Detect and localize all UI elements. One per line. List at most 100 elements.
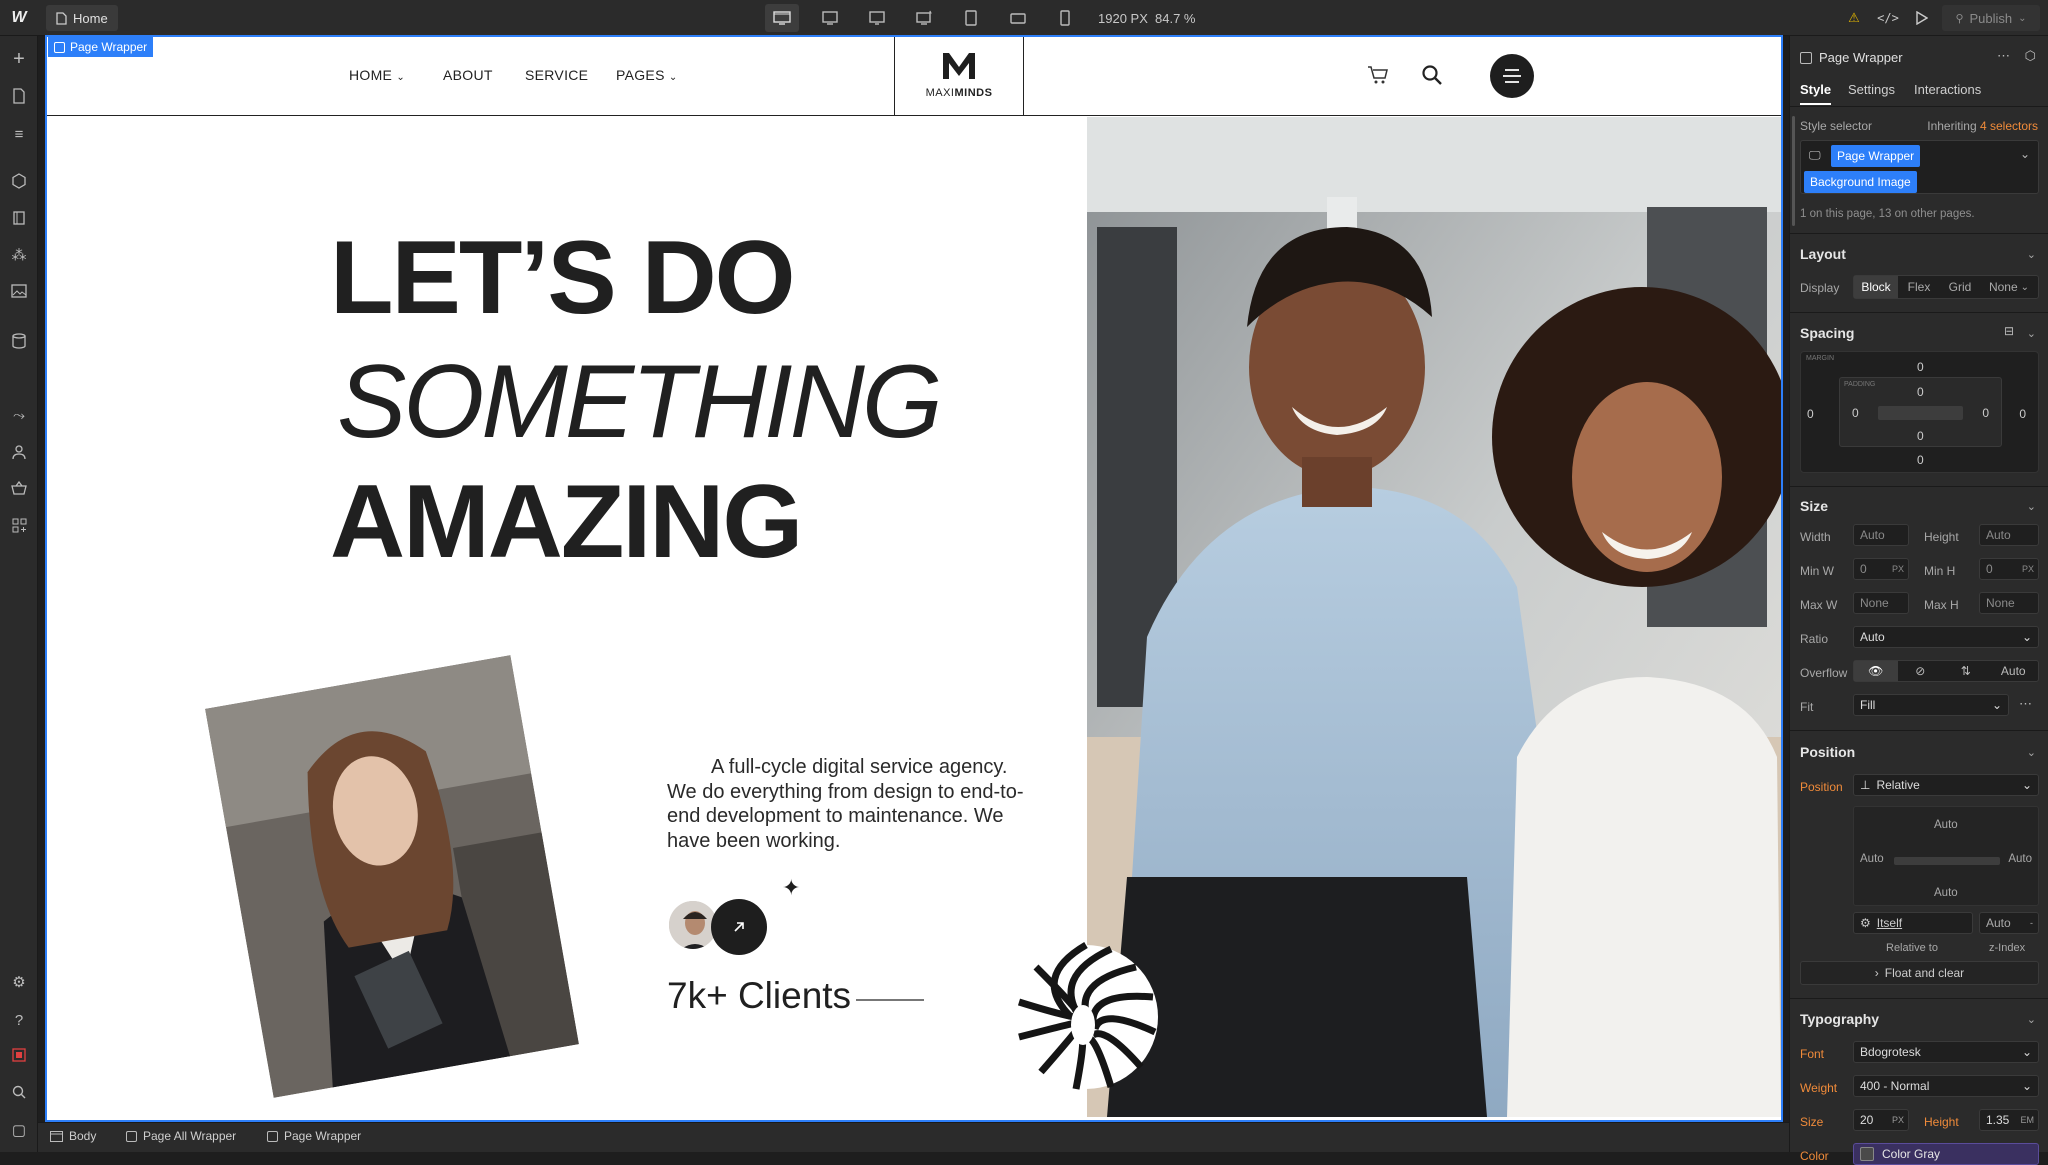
page-selector-home[interactable]: Home	[46, 5, 118, 31]
offset-left[interactable]: Auto	[1860, 853, 1884, 865]
navigator-icon[interactable]: ≡	[9, 126, 29, 144]
inheriting-info[interactable]: Inheriting 4 selectors	[1927, 119, 2038, 133]
padding-left[interactable]: 0	[1852, 406, 1859, 420]
offset-top[interactable]: Auto	[1934, 819, 1958, 831]
display-grid[interactable]: Grid	[1940, 276, 1980, 298]
users-icon[interactable]	[9, 444, 29, 465]
style-guide-icon[interactable]	[9, 210, 29, 231]
margin-bottom[interactable]: 0	[1917, 453, 1924, 467]
canvas-width-readout[interactable]: 1920 PX	[1098, 5, 1160, 31]
spacing-section-title[interactable]: Spacing	[1800, 325, 1854, 341]
search-icon[interactable]	[1421, 64, 1443, 91]
breakpoint-landscape-icon[interactable]	[1001, 4, 1035, 32]
webflow-logo-icon[interactable]: W	[6, 5, 32, 31]
display-flex[interactable]: Flex	[1898, 276, 1940, 298]
breakpoint-desktop-icon[interactable]	[765, 4, 799, 32]
logic-flow-icon[interactable]: ⤳	[9, 407, 29, 425]
maxh-input[interactable]: None	[1979, 592, 2039, 614]
component-icon[interactable]: ⬡	[2025, 48, 2036, 64]
ratio-select[interactable]: Auto ⌄	[1853, 626, 2039, 648]
code-icon[interactable]: </>	[1876, 5, 1900, 31]
nav-service[interactable]: SERVICE	[525, 67, 588, 83]
line-height-input[interactable]: 1.35 EM	[1979, 1109, 2039, 1131]
record-icon[interactable]	[9, 1048, 29, 1067]
spacing-preset-icon[interactable]: ⊟	[2004, 324, 2014, 338]
cart-icon[interactable]	[1367, 64, 1389, 91]
minw-input[interactable]: 0 PX	[1853, 558, 1909, 580]
fit-select[interactable]: Fill ⌄	[1853, 694, 2009, 716]
design-canvas[interactable]: HOME ⌄ ABOUT SERVICE PAGES ⌄ MAXIMINDS L…	[45, 35, 1783, 1122]
width-input[interactable]: Auto	[1853, 524, 1909, 546]
menu-hamburger-button[interactable]	[1490, 54, 1534, 98]
preview-play-icon[interactable]	[1911, 5, 1933, 31]
selector-chip-page-wrapper[interactable]: Page Wrapper	[1831, 145, 1921, 167]
margin-right[interactable]: 0	[2019, 407, 2026, 421]
chevron-down-icon[interactable]: ⌄	[2027, 327, 2036, 340]
ecommerce-basket-icon[interactable]	[9, 480, 29, 500]
margin-left[interactable]: 0	[1807, 407, 1814, 421]
offset-bottom[interactable]: Auto	[1934, 887, 1958, 899]
position-select[interactable]: ⊥ Relative ⌄	[1853, 774, 2039, 796]
help-icon[interactable]: ?	[9, 1012, 29, 1030]
tab-style[interactable]: Style	[1800, 82, 1832, 105]
publish-button[interactable]: ⚲ Publish ⌄	[1942, 5, 2040, 31]
breadcrumb-page-all-wrapper[interactable]: Page All Wrapper	[126, 1129, 236, 1143]
layout-section-title[interactable]: Layout	[1800, 246, 1846, 262]
panel-scrollbar[interactable]	[1792, 116, 1795, 226]
fit-more-icon[interactable]: ⋯	[2019, 696, 2032, 712]
padding-top[interactable]: 0	[1917, 385, 1924, 399]
overflow-hidden-icon[interactable]: ⊘	[1898, 661, 1944, 681]
float-and-clear-button[interactable]: › Float and clear	[1800, 961, 2039, 985]
size-section-title[interactable]: Size	[1800, 498, 1828, 514]
apps-icon[interactable]	[9, 518, 29, 538]
breadcrumb-body[interactable]: Body	[50, 1129, 96, 1143]
padding-right[interactable]: 0	[1982, 406, 1989, 420]
overflow-auto[interactable]: Auto	[1989, 661, 2038, 681]
padding-bottom[interactable]: 0	[1917, 429, 1924, 443]
breakpoint-1440-icon[interactable]	[813, 4, 847, 32]
more-options-icon[interactable]: ⋯	[1997, 48, 2010, 64]
breakpoint-portrait-icon[interactable]	[1048, 4, 1082, 32]
position-section-title[interactable]: Position	[1800, 744, 1855, 760]
chevron-down-icon[interactable]: ⌄	[2027, 1013, 2036, 1026]
assets-image-icon[interactable]	[9, 284, 29, 303]
chevron-down-icon[interactable]: ⌄	[2020, 147, 2030, 161]
typography-section-title[interactable]: Typography	[1800, 1011, 1879, 1027]
margin-top[interactable]: 0	[1917, 360, 1924, 374]
nav-about[interactable]: ABOUT	[443, 67, 493, 83]
zoom-readout[interactable]: 84.7 %	[1155, 5, 1205, 31]
video-tutorial-icon[interactable]: ▢	[9, 1122, 29, 1140]
minh-input[interactable]: 0 PX	[1979, 558, 2039, 580]
selected-element-tag[interactable]: Page Wrapper	[48, 37, 154, 57]
overflow-scroll-icon[interactable]: ⇅	[1943, 661, 1989, 681]
selector-field[interactable]: 🖵 Page Wrapper Background Image ⌄	[1800, 140, 2039, 194]
display-none[interactable]: None ⌄	[1980, 276, 2038, 298]
weight-select[interactable]: 400 - Normal ⌄	[1853, 1075, 2039, 1097]
zindex-input[interactable]: Auto -	[1979, 912, 2039, 934]
chevron-down-icon[interactable]: ⌄	[2027, 248, 2036, 261]
breakpoint-base-star-icon[interactable]	[907, 4, 941, 32]
chevron-down-icon[interactable]: ⌄	[2027, 500, 2036, 513]
color-select[interactable]: Color Gray	[1853, 1143, 2039, 1165]
font-select[interactable]: Bdogrotesk ⌄	[1853, 1041, 2039, 1063]
height-input[interactable]: Auto	[1979, 524, 2039, 546]
breadcrumb-page-wrapper[interactable]: Page Wrapper	[267, 1129, 361, 1143]
selector-chip-background-image[interactable]: Background Image	[1804, 171, 1917, 193]
font-size-input[interactable]: 20 PX	[1853, 1109, 1909, 1131]
clients-arrow-button[interactable]	[711, 899, 767, 955]
display-block[interactable]: Block	[1854, 276, 1898, 298]
components-icon[interactable]	[9, 173, 29, 194]
breakpoint-tablet-icon[interactable]	[954, 4, 988, 32]
nav-home[interactable]: HOME ⌄	[349, 67, 405, 83]
maxw-input[interactable]: None	[1853, 592, 1909, 614]
tab-interactions[interactable]: Interactions	[1914, 82, 1981, 97]
variables-drops-icon[interactable]: ⁂	[9, 247, 29, 265]
settings-gear-icon[interactable]: ⚙	[9, 974, 29, 992]
tab-settings[interactable]: Settings	[1848, 82, 1895, 97]
search-icon[interactable]	[9, 1085, 29, 1104]
relative-to-select[interactable]: ⚙ Itself	[1853, 912, 1973, 934]
cms-database-icon[interactable]	[9, 333, 29, 354]
chevron-down-icon[interactable]: ⌄	[2027, 746, 2036, 759]
nav-pages[interactable]: PAGES ⌄	[616, 67, 678, 83]
breakpoint-1280-icon[interactable]	[860, 4, 894, 32]
